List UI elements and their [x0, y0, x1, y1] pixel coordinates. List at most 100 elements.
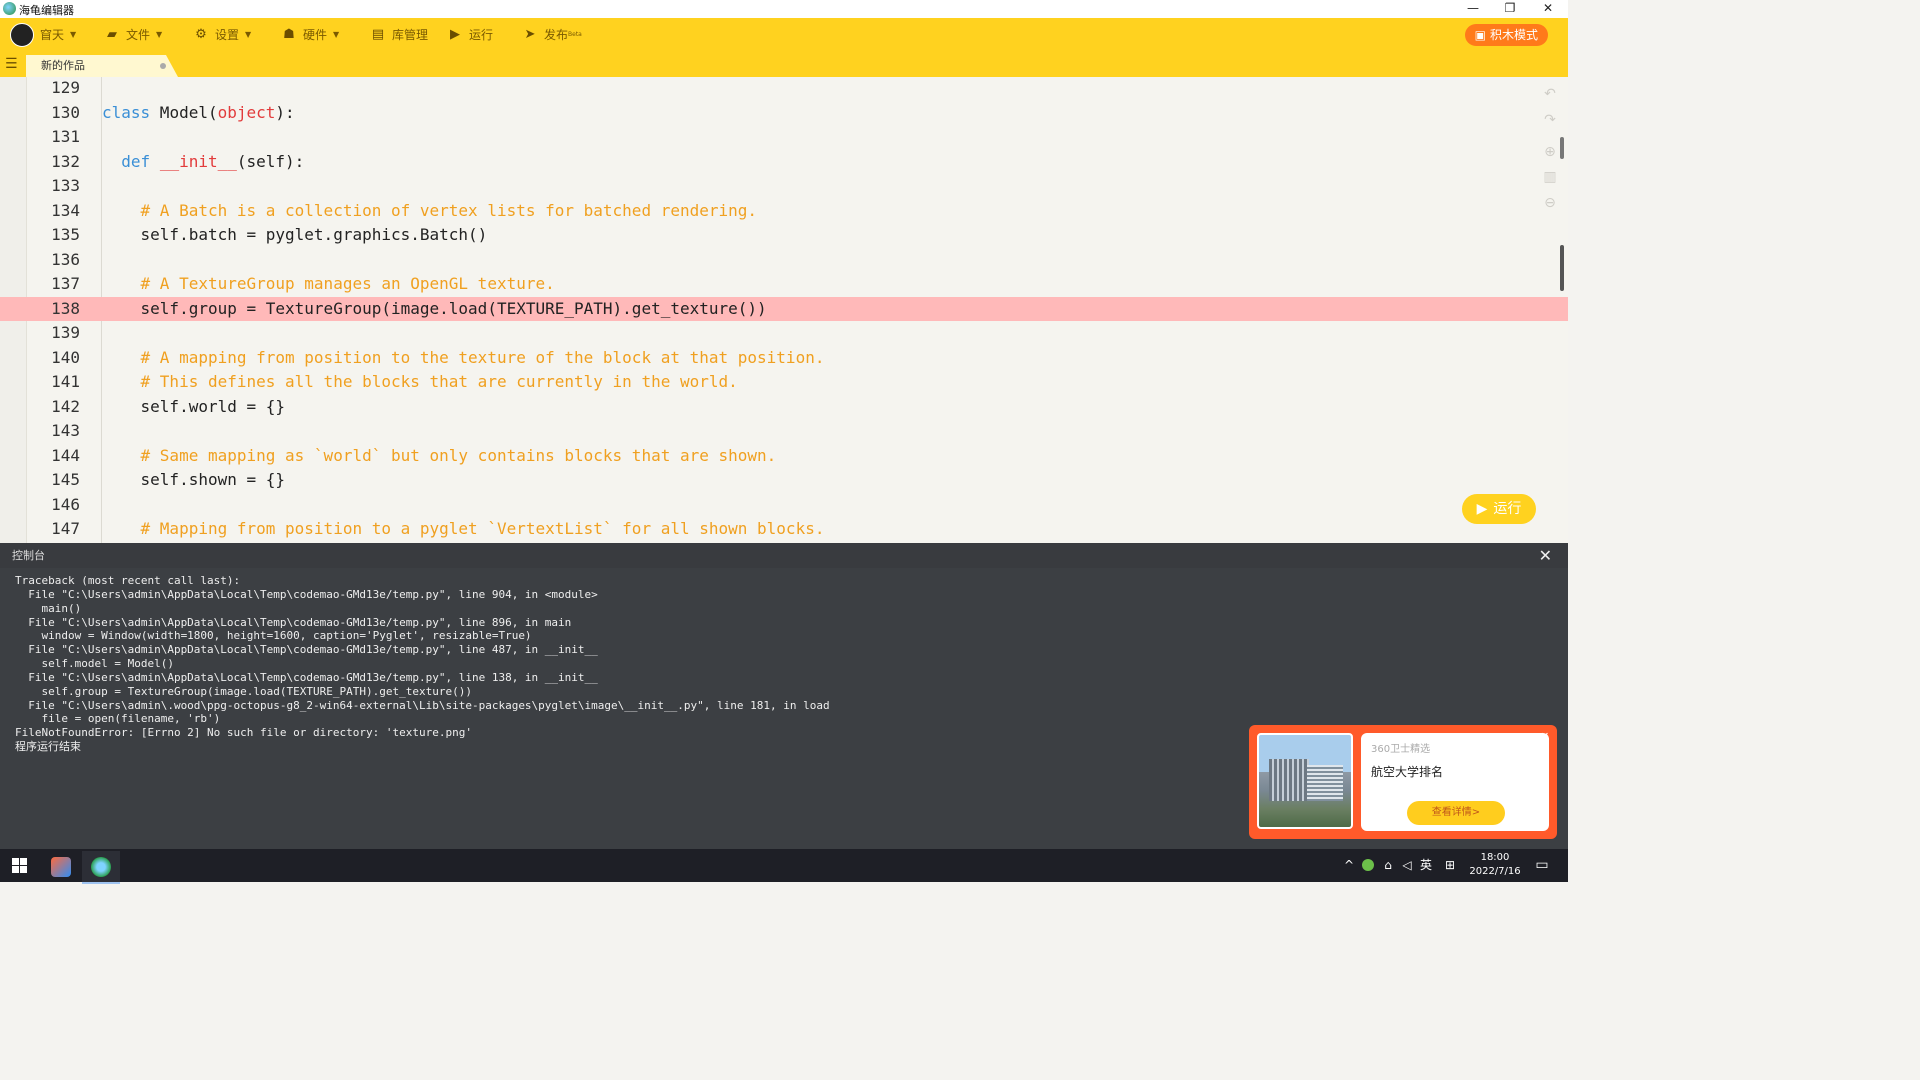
- line-number[interactable]: 146: [26, 493, 80, 518]
- line-number[interactable]: 134: [26, 199, 80, 224]
- play-icon: ▶: [450, 27, 460, 42]
- code-line[interactable]: 132 def __init__(self):: [0, 150, 1568, 175]
- taskbar-app-browser[interactable]: [42, 851, 80, 882]
- line-number[interactable]: 142: [26, 395, 80, 420]
- line-number[interactable]: 133: [26, 174, 80, 199]
- scroll-marker: [1560, 137, 1564, 159]
- tab-new-work[interactable]: 新的作品: [26, 55, 178, 77]
- volume-muted-icon[interactable]: ◁: [1400, 849, 1414, 882]
- tray-360-icon[interactable]: [1361, 849, 1375, 882]
- line-number[interactable]: 141: [26, 370, 80, 395]
- run-menu-label: 运行: [469, 28, 494, 42]
- close-window-button[interactable]: ✕: [1530, 0, 1566, 18]
- publish-button[interactable]: ➤ 发布 Beta: [522, 18, 582, 52]
- line-number[interactable]: 147: [26, 517, 80, 542]
- editor-scrollbar[interactable]: [1560, 245, 1564, 291]
- code-line[interactable]: 144 # Same mapping as `world` but only c…: [0, 444, 1568, 469]
- code-text: self.shown = {}: [102, 468, 286, 493]
- line-number[interactable]: 136: [26, 248, 80, 273]
- console-title: 控制台: [12, 549, 45, 562]
- undo-icon[interactable]: ↶: [1542, 86, 1558, 102]
- line-number[interactable]: 131: [26, 125, 80, 150]
- code-token: self.shown = {}: [102, 470, 286, 489]
- ad-close-icon[interactable]: ✕: [1540, 730, 1549, 743]
- ime-mode-icon[interactable]: ⊞: [1443, 849, 1457, 882]
- code-token: # Same mapping as `world` but only conta…: [140, 445, 777, 465]
- restore-button[interactable]: ❐: [1492, 0, 1528, 18]
- library-manager-button[interactable]: ▤ 库管理: [370, 18, 428, 52]
- user-menu[interactable]: 窅天 ▼: [10, 18, 76, 52]
- ad-title[interactable]: 航空大学排名: [1371, 763, 1443, 780]
- hardware-icon: ☗: [283, 27, 295, 42]
- code-line[interactable]: 131: [0, 125, 1568, 150]
- file-menu[interactable]: ▰ 文件 ▼: [104, 18, 162, 52]
- hardware-menu[interactable]: ☗ 硬件 ▼: [281, 18, 339, 52]
- code-line[interactable]: 142 self.world = {}: [0, 395, 1568, 420]
- line-number[interactable]: 129: [26, 77, 80, 101]
- code-line[interactable]: 136: [0, 248, 1568, 273]
- code-line[interactable]: 130 class Model(object):: [0, 101, 1568, 126]
- run-menu-button[interactable]: ▶ 运行: [447, 18, 493, 52]
- folder-icon: ▰: [107, 27, 117, 42]
- zoom-in-icon[interactable]: ⊕: [1542, 144, 1558, 160]
- line-number[interactable]: 138: [26, 297, 80, 322]
- zoom-out-icon[interactable]: ⊖: [1542, 195, 1558, 211]
- run-button[interactable]: ▶ 运行: [1462, 494, 1536, 524]
- windows-start-icon[interactable]: [12, 858, 27, 873]
- line-number[interactable]: 139: [26, 321, 80, 346]
- line-number[interactable]: 132: [26, 150, 80, 175]
- ad-details-button[interactable]: 查看详情>: [1407, 801, 1505, 825]
- line-number[interactable]: 145: [26, 468, 80, 493]
- code-line[interactable]: 146: [0, 493, 1568, 518]
- clock[interactable]: 18:00 2022/7/16: [1468, 851, 1522, 879]
- network-icon[interactable]: ⌂: [1381, 849, 1395, 882]
- code-token: # A mapping from position to the texture…: [140, 347, 825, 367]
- redo-icon[interactable]: ↷: [1542, 112, 1558, 128]
- line-number[interactable]: 143: [26, 419, 80, 444]
- code-line[interactable]: 140 # A mapping from position to the tex…: [0, 346, 1568, 371]
- code-line[interactable]: 139: [0, 321, 1568, 346]
- reset-zoom-icon[interactable]: ▥: [1542, 169, 1558, 185]
- code-token: # This defines all the blocks that are c…: [140, 372, 738, 391]
- code-token: def: [121, 151, 151, 171]
- block-mode-button[interactable]: ▣ 积木模式: [1464, 24, 1548, 46]
- code-token: self.group = TextureGroup(image.load(TEX…: [102, 298, 767, 318]
- ime-indicator[interactable]: 英: [1419, 849, 1433, 882]
- code-editor[interactable]: 129 130 class Model(object): 131 132 def __i…: [0, 77, 1568, 543]
- taskbar-app-turtle-editor[interactable]: [82, 851, 120, 884]
- line-number[interactable]: 135: [26, 223, 80, 248]
- code-line[interactable]: 137 # A TextureGroup manages an OpenGL t…: [0, 272, 1568, 297]
- line-number[interactable]: 144: [26, 444, 80, 469]
- code-text: # This defines all the blocks that are c…: [102, 370, 738, 395]
- code-line[interactable]: 135 self.batch = pyglet.graphics.Batch(): [0, 223, 1568, 248]
- line-number[interactable]: 140: [26, 346, 80, 371]
- menu-icon[interactable]: ☰: [5, 57, 18, 71]
- code-line[interactable]: 141 # This defines all the blocks that a…: [0, 370, 1568, 395]
- chevron-down-icon[interactable]: ⌄: [1523, 730, 1532, 743]
- ad-image[interactable]: [1257, 733, 1353, 829]
- notification-icon[interactable]: ▭: [1532, 849, 1552, 882]
- code-line[interactable]: 147 # Mapping from position to a pyglet …: [0, 517, 1568, 542]
- chevron-down-icon: ▼: [70, 30, 77, 39]
- code-line[interactable]: 134 # A Batch is a collection of vertex …: [0, 199, 1568, 224]
- code-token: object: [217, 102, 276, 122]
- ad-popup[interactable]: 360卫士精选 航空大学排名 查看详情> ⌄ ✕: [1249, 725, 1557, 839]
- publish-label: 发布: [544, 28, 569, 42]
- settings-menu[interactable]: ⚙ 设置 ▼: [193, 18, 251, 52]
- code-line[interactable]: 133: [0, 174, 1568, 199]
- code-line[interactable]: 129: [0, 77, 1568, 101]
- code-token: # Mapping from position to a pyglet `Ver…: [140, 519, 825, 538]
- tray-chevron-icon[interactable]: ^: [1343, 849, 1355, 882]
- code-line[interactable]: 143: [0, 419, 1568, 444]
- minimize-button[interactable]: —: [1455, 0, 1491, 18]
- line-number[interactable]: 137: [26, 272, 80, 297]
- close-console-button[interactable]: ✕: [1539, 543, 1552, 568]
- code-line[interactable]: 138 self.group = TextureGroup(image.load…: [0, 296, 1568, 322]
- chevron-down-icon: ▼: [156, 30, 163, 39]
- line-number[interactable]: 130: [26, 101, 80, 126]
- code-line[interactable]: 145 self.shown = {}: [0, 468, 1568, 493]
